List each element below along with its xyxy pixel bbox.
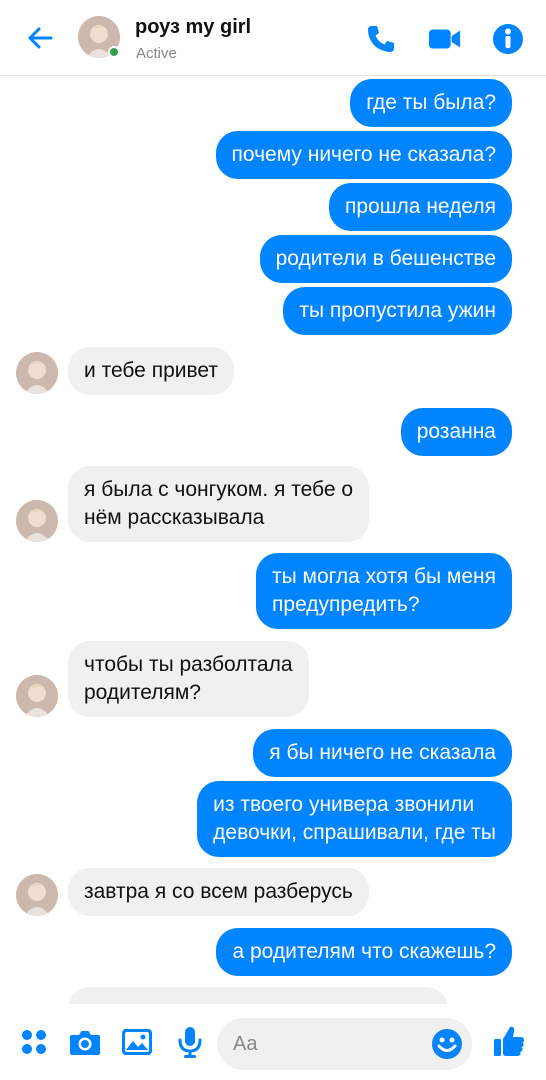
incoming-message[interactable]: и тебе привет	[68, 347, 234, 395]
emoji-button[interactable]	[430, 1027, 464, 1061]
outgoing-message[interactable]: где ты была?	[350, 79, 512, 127]
gallery-button[interactable]	[121, 1026, 153, 1058]
call-button[interactable]	[364, 22, 398, 56]
online-indicator	[108, 46, 120, 58]
chat-header: роуз my girl Active	[0, 0, 546, 76]
contact-status: Active	[136, 45, 177, 62]
outgoing-message[interactable]: я бы ничего не сказала	[253, 729, 512, 777]
back-button[interactable]	[22, 20, 58, 56]
outgoing-message[interactable]: почему ничего не сказала?	[215, 131, 512, 179]
message-input[interactable]	[233, 1030, 423, 1058]
back-arrow-icon	[28, 27, 53, 49]
contact-name[interactable]: роуз my girl	[135, 16, 251, 39]
sender-avatar[interactable]	[16, 352, 58, 394]
outgoing-message[interactable]: ты пропустила ужин	[283, 287, 512, 335]
thumbs-up-icon	[494, 1026, 524, 1056]
sender-avatar[interactable]	[16, 675, 58, 717]
like-button[interactable]	[492, 1024, 526, 1058]
outgoing-message[interactable]: розанна	[400, 408, 512, 456]
outgoing-message[interactable]: а родителям что скажешь?	[216, 928, 512, 976]
outgoing-message[interactable]: ты могла хотя бы меня предупредить?	[256, 553, 512, 629]
camera-icon	[70, 1031, 100, 1055]
outgoing-message[interactable]: родители в бешенстве	[259, 235, 512, 283]
message-input-box[interactable]	[217, 1018, 472, 1070]
apps-grid-icon	[22, 1030, 46, 1054]
outgoing-message[interactable]: прошла неделя	[328, 183, 512, 231]
emoji-icon	[432, 1029, 462, 1059]
voice-button[interactable]	[174, 1026, 206, 1058]
microphone-icon	[178, 1027, 202, 1058]
video-camera-icon	[428, 29, 461, 49]
incoming-message[interactable]: завтра я со всем разберусь	[68, 868, 369, 916]
info-button[interactable]	[491, 22, 525, 56]
sender-avatar[interactable]	[16, 874, 58, 916]
image-icon	[122, 1029, 152, 1055]
video-call-button[interactable]	[428, 22, 462, 56]
incoming-message[interactable]: чтобы ты разболтала родителям?	[68, 641, 309, 717]
info-icon	[493, 24, 523, 54]
sender-avatar[interactable]	[16, 500, 58, 542]
incoming-message[interactable]: я была с чонгуком. я тебе о нём рассказы…	[68, 466, 370, 542]
apps-button[interactable]	[18, 1026, 50, 1058]
camera-button[interactable]	[69, 1026, 101, 1058]
phone-icon	[368, 26, 394, 52]
outgoing-message[interactable]: из твоего универа звонили девочки, спраш…	[197, 781, 512, 857]
composer-bar	[0, 1004, 546, 1080]
